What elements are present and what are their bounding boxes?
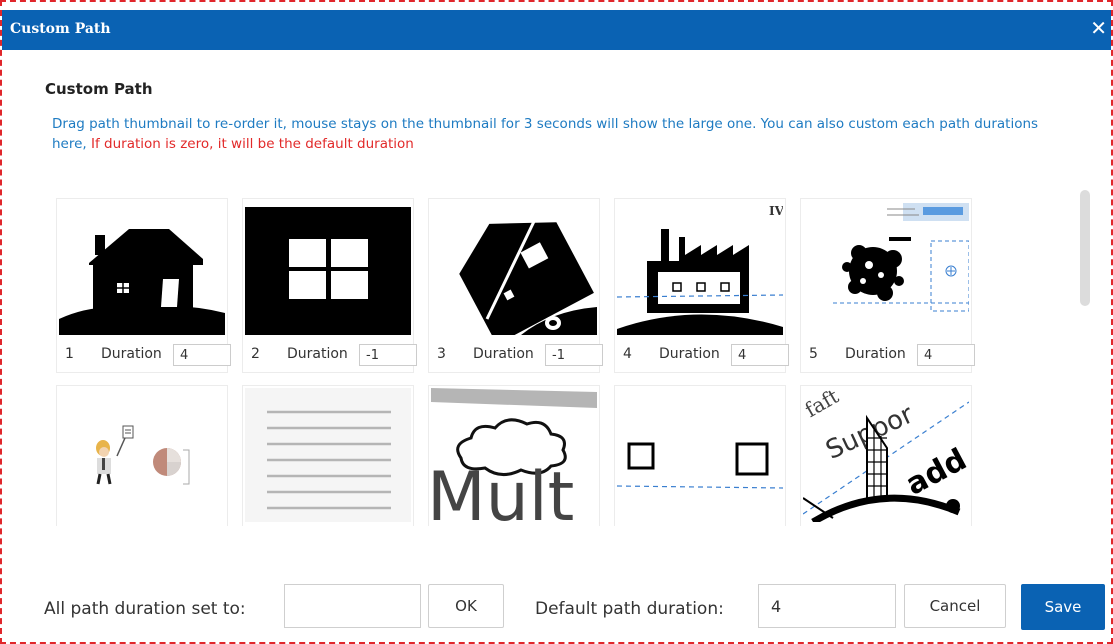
house-icon[interactable] (59, 201, 225, 335)
duration-warning: If duration is zero, it will be the defa… (91, 136, 414, 152)
curve-word-3: faft (803, 388, 843, 422)
vertical-scrollbar[interactable] (1080, 190, 1090, 306)
squares-icon[interactable] (617, 388, 783, 522)
close-icon[interactable]: ✕ (1090, 16, 1107, 40)
path-number: 3 (437, 346, 446, 362)
factory-icon[interactable]: IV (617, 201, 783, 335)
path-tile-8[interactable]: Mult (428, 385, 600, 526)
duration-label: Duration (659, 346, 720, 362)
duration-input-4[interactable] (731, 344, 789, 366)
path-number: 2 (251, 346, 260, 362)
path-tile-2[interactable]: 2 Duration (242, 198, 417, 373)
ok-button[interactable]: OK (428, 584, 504, 628)
path-meta-2: 2 Duration (251, 344, 417, 366)
path-tile-3[interactable]: 3 Duration (428, 198, 603, 373)
path-number: 1 (65, 346, 74, 362)
duration-input-1[interactable] (173, 344, 231, 366)
businessman-icon[interactable] (59, 388, 225, 522)
instructions: Drag path thumbnail to re-order it, mous… (52, 114, 1052, 154)
duration-input-2[interactable] (359, 344, 417, 366)
path-meta-1: 1 Duration (65, 344, 231, 366)
path-tile-6[interactable] (56, 385, 228, 526)
save-button[interactable]: Save (1021, 584, 1105, 630)
path-tile-7[interactable] (242, 385, 414, 526)
cloud-word: Mult (431, 458, 574, 522)
path-thumbnail-grid: 1 Duration 2 Duration (52, 192, 1062, 526)
default-duration-label: Default path duration: (535, 599, 724, 619)
cancel-button[interactable]: Cancel (904, 584, 1006, 628)
duration-input-5[interactable] (917, 344, 975, 366)
duration-label: Duration (101, 346, 162, 362)
all-duration-label: All path duration set to: (44, 599, 246, 619)
duration-label: Duration (473, 346, 534, 362)
lines-icon[interactable] (245, 388, 411, 522)
duration-input-3[interactable] (545, 344, 603, 366)
path-meta-5: 5 Duration (809, 344, 975, 366)
tilted-house-icon[interactable] (431, 201, 597, 335)
path-number: 4 (623, 346, 632, 362)
custom-path-dialog: Custom Path ✕ Custom Path Drag path thum… (0, 0, 1113, 644)
title-bar: Custom Path ✕ (2, 10, 1111, 50)
window-icon[interactable] (245, 201, 411, 335)
path-meta-3: 3 Duration (437, 344, 603, 366)
path-tile-5[interactable]: 5 Duration (800, 198, 975, 373)
path-number: 5 (809, 346, 818, 362)
duration-label: Duration (287, 346, 348, 362)
path-tile-4[interactable]: IV 4 Duration (614, 198, 789, 373)
window-title: Custom Path (10, 21, 111, 37)
path-meta-4: 4 Duration (623, 344, 789, 366)
cloud-text-icon[interactable]: Mult (431, 388, 597, 522)
all-duration-input[interactable] (284, 584, 421, 628)
path-tile-10[interactable]: faft Suppor add t (800, 385, 972, 526)
duration-label: Duration (845, 346, 906, 362)
path-tile-1[interactable]: 1 Duration (56, 198, 231, 373)
path-tile-9[interactable] (614, 385, 786, 526)
cluster-icon[interactable] (803, 201, 969, 335)
section-heading: Custom Path (45, 80, 153, 98)
building-text-icon[interactable]: faft Suppor add t (803, 388, 969, 522)
default-duration-input[interactable] (758, 584, 896, 628)
factory-corner-text: IV (769, 204, 783, 218)
